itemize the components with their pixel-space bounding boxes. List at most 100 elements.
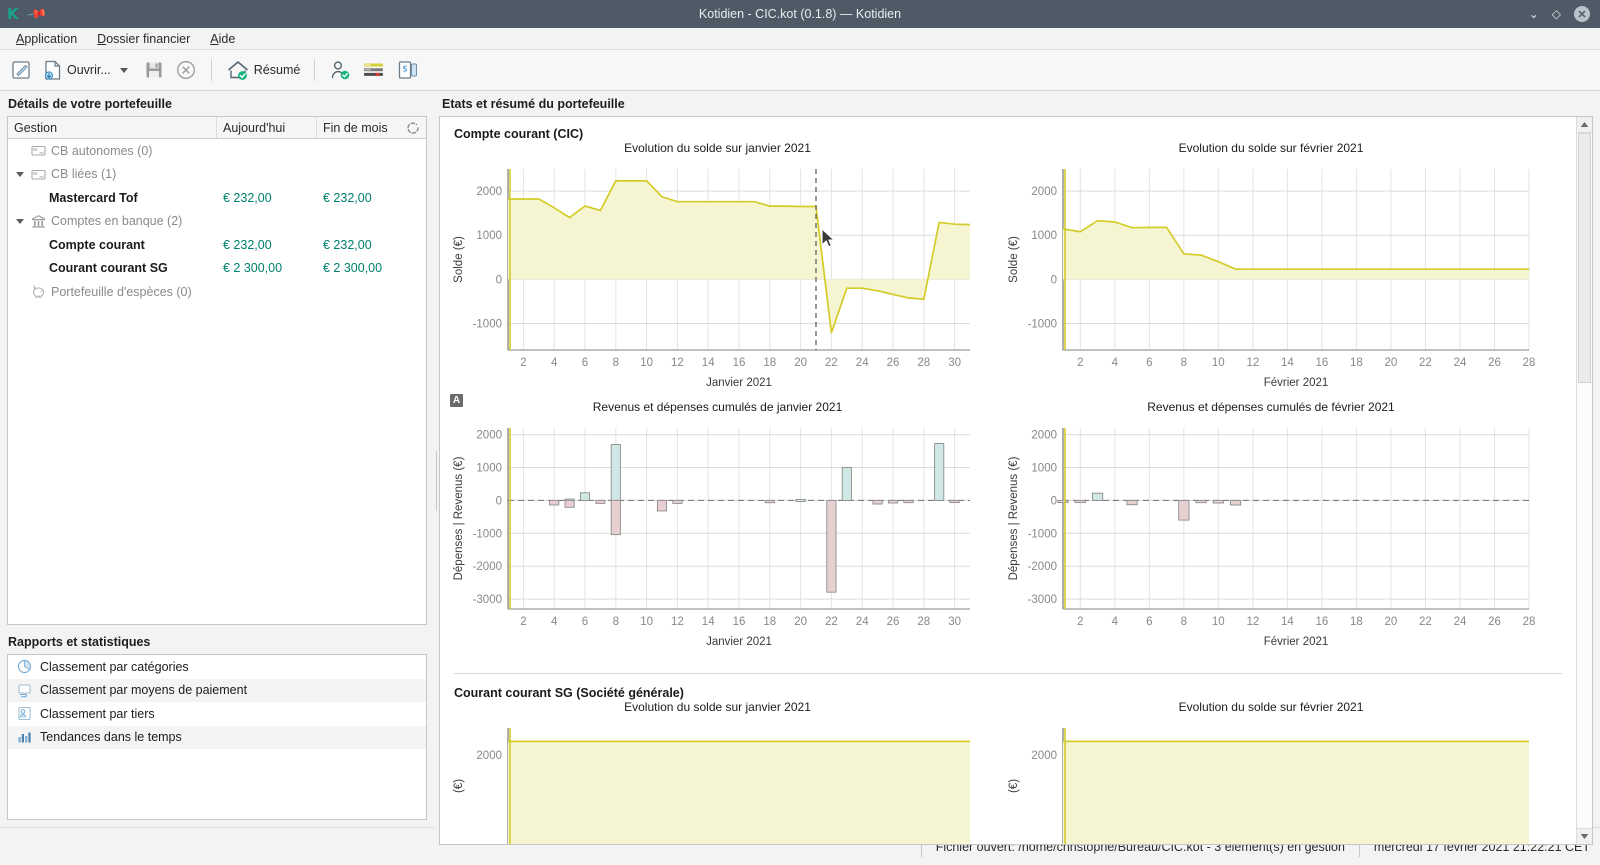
x-tick-label: 8 — [613, 357, 619, 369]
categories-button[interactable] — [358, 56, 390, 84]
bar — [1212, 499, 1224, 504]
maximize-button[interactable]: ◇ — [1552, 8, 1561, 20]
tree-row[interactable]: Comptes en banque (2) — [8, 210, 426, 234]
tree-row[interactable]: Compte courant € 232,00 € 232,00 — [8, 233, 426, 257]
column-header-eom[interactable]: Fin de mois — [317, 117, 426, 138]
x-tick-label: 20 — [794, 616, 807, 628]
x-axis-label: Février 2021 — [1264, 636, 1329, 648]
y-axis-label: (€) — [453, 779, 465, 793]
bar — [1178, 499, 1190, 521]
column-header-today[interactable]: Aujourd'hui — [217, 117, 317, 138]
bar — [1229, 499, 1242, 506]
y-tick-label: -2000 — [1028, 561, 1057, 573]
report-list-item[interactable]: Classement par catégories — [8, 655, 426, 679]
summary-label: Résumé — [253, 63, 301, 77]
menu-aide[interactable]: Aide — [202, 30, 243, 48]
chart-cic-inout-jan[interactable]: Revenus et dépenses cumulés de janvier 2… — [440, 400, 995, 659]
card-icon — [31, 167, 46, 182]
left-sidebar: Détails de votre portefeuille Gestion Au… — [0, 91, 434, 827]
tree-row-eom: € 2 300,00 — [323, 261, 383, 276]
report-list-item[interactable]: Classement par moyens de paiement — [8, 678, 426, 702]
y-tick-label: 1000 — [476, 463, 502, 475]
x-tick-label: 20 — [1385, 357, 1398, 369]
banknote-icon: $ — [399, 61, 418, 79]
minimize-button[interactable]: ⌄ — [1529, 8, 1539, 20]
x-tick-label: 16 — [1316, 357, 1329, 369]
chart-svg-sg-balance-feb: 2000 (€) — [1008, 728, 1529, 844]
new-file-button[interactable] — [6, 56, 36, 84]
x-tick-label: 6 — [582, 616, 588, 628]
expand-collapse-icon[interactable] — [14, 215, 26, 227]
chart-title-cic-balance-feb: Evolution du solde sur février 2021 — [1178, 141, 1364, 155]
third-party-icon — [17, 706, 32, 721]
refresh-icon[interactable] — [406, 121, 420, 135]
window-titlebar: K 📌 Kotidien - CIC.kot (0.1.8) — Kotidie… — [0, 0, 1600, 28]
x-tick-label: 6 — [582, 357, 588, 369]
expand-collapse-icon[interactable] — [14, 168, 26, 180]
close-button[interactable]: ✕ — [1574, 6, 1590, 22]
tree-row[interactable]: CB autonomes (0) — [8, 139, 426, 163]
svg-text:$: $ — [402, 65, 408, 75]
menu-application[interactable]: Application — [8, 30, 85, 48]
bar — [887, 499, 899, 504]
pin-icon[interactable]: 📌 — [26, 3, 48, 25]
reports-panel-title: Rapports et statistiques — [8, 635, 151, 649]
bar — [549, 499, 560, 506]
payment-methods-button[interactable]: $ — [393, 56, 423, 84]
close-file-button[interactable] — [171, 56, 201, 84]
third-parties-button[interactable] — [325, 56, 355, 84]
bar — [610, 499, 621, 536]
chart-svg-cic-inout-feb: -3000-2000-10000100020002 4 6 8 10 12 14 16 18 20… — [1008, 428, 1535, 648]
chart-cic-inout-feb[interactable]: Revenus et dépenses cumulés de février 2… — [995, 400, 1547, 659]
x-tick-label: 12 — [1247, 357, 1260, 369]
chevron-down-icon[interactable] — [119, 67, 128, 73]
bar — [903, 499, 914, 504]
tree-row-eom: € 232,00 — [323, 237, 372, 252]
summary-button[interactable]: Résumé — [222, 56, 305, 84]
chart-sg-balance-feb[interactable]: Evolution du solde sur février 2021 2000… — [995, 700, 1547, 844]
y-tick-label: 1000 — [476, 230, 502, 242]
x-tick-label: 2 — [1077, 357, 1083, 369]
save-button[interactable] — [140, 57, 168, 83]
scrollbar-thumb[interactable] — [1578, 133, 1591, 383]
x-tick-label: 8 — [1181, 357, 1187, 369]
main-area: Détails de votre portefeuille Gestion Au… — [0, 91, 1600, 845]
x-tick-label: 14 — [1281, 357, 1294, 369]
chart-svg-cic-inout-jan: -3000-2000-10000100020002 4 6 8 10 12 14 16 18 20… — [453, 428, 970, 648]
report-list-item[interactable]: Tendances dans le temps — [8, 725, 426, 749]
x-tick-label: 26 — [1488, 616, 1501, 628]
payment-method-icon — [17, 683, 32, 698]
y-tick-label: 2000 — [476, 430, 502, 442]
chart-svg-sg-balance-jan: 2000 (€) — [453, 728, 970, 844]
scrollbar-track[interactable] — [1577, 133, 1592, 828]
chart-sg-balance-jan[interactable]: Evolution du solde sur janvier 2021 2000… — [440, 700, 995, 844]
chart-cic-balance-jan[interactable]: Evolution du solde sur janvier 2021 -100… — [440, 141, 995, 407]
x-axis-label: Janvier 2021 — [706, 377, 772, 389]
report-viewport: Compte courant (CIC) Evolution du solde … — [439, 116, 1593, 845]
y-tick-label: -3000 — [1028, 594, 1057, 606]
chart-cic-balance-feb[interactable]: Evolution du solde sur février 2021 -100… — [995, 141, 1547, 400]
tree-row[interactable]: Courant courant SG € 2 300,00 € 2 300,00 — [8, 257, 426, 281]
chart-title-cic-inout-feb: Revenus et dépenses cumulés de février 2… — [1147, 400, 1395, 414]
window-title: Kotidien - CIC.kot (0.1.8) — Kotidien — [698, 7, 902, 21]
bar — [595, 499, 606, 504]
tree-row[interactable]: CB liées (1) — [8, 163, 426, 187]
scroll-down-button[interactable] — [1577, 828, 1592, 844]
tree-row[interactable]: Mastercard Tof € 232,00 € 232,00 — [8, 186, 426, 210]
menu-dossier-financier[interactable]: Dossier financier — [89, 30, 198, 48]
new-document-icon — [12, 61, 30, 79]
x-tick-label: 18 — [763, 616, 776, 628]
y-tick-label: -1000 — [1028, 319, 1057, 331]
y-tick-label: -1000 — [473, 319, 502, 331]
x-tick-label: 18 — [763, 357, 776, 369]
y-tick-label: -3000 — [473, 594, 502, 606]
column-header-gestion[interactable]: Gestion — [8, 117, 217, 138]
x-tick-label: 16 — [1316, 616, 1329, 628]
report-list-item[interactable]: Classement par tiers — [8, 702, 426, 726]
scroll-up-button[interactable] — [1577, 117, 1592, 133]
tree-body: CB autonomes (0) CB liées (1) Mastercard T… — [8, 139, 426, 304]
open-file-button[interactable]: Ouvrir... — [39, 56, 137, 84]
area-fill — [1063, 220, 1529, 280]
report-vertical-scrollbar[interactable] — [1576, 117, 1592, 844]
tree-row[interactable]: Portefeuille d'espèces (0) — [8, 280, 426, 304]
